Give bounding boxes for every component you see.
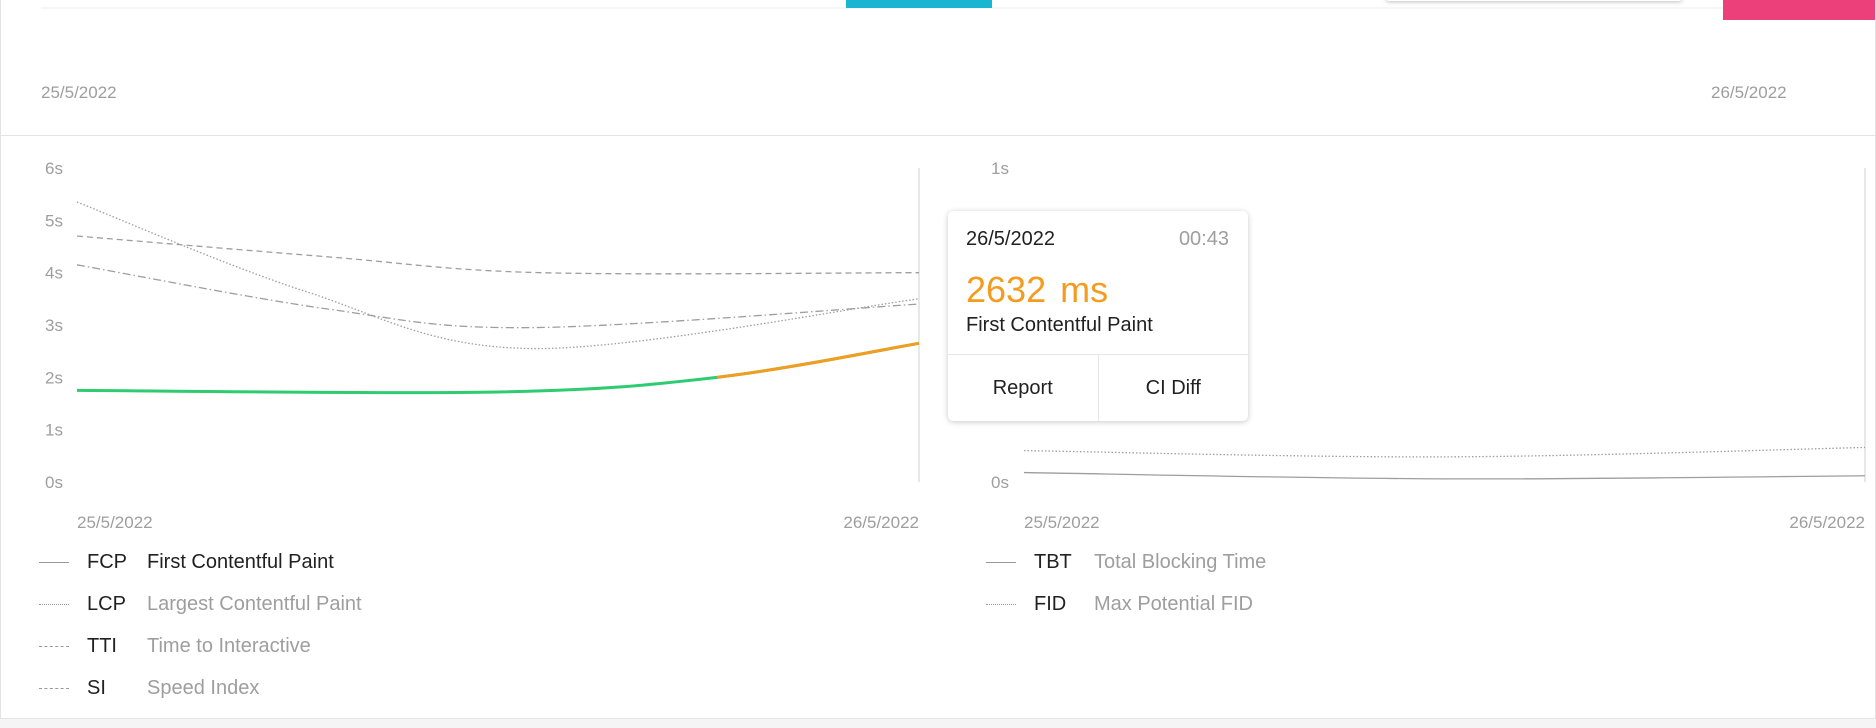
timeline-popup-edge (1386, 0, 1682, 1)
legend-name: Total Blocking Time (1094, 550, 1267, 573)
ci-diff-button[interactable]: CI Diff (1097, 355, 1249, 421)
series-line-tbt[interactable] (1023, 471, 1866, 480)
data-point-tooltip: 26/5/2022 00:43 2632 ms First Contentful… (948, 211, 1248, 421)
x-tick-label: 26/5/2022 (1789, 513, 1865, 532)
performance-dashboard: 25/5/2022 26/5/2022 0s 1s 2s 3s 4s 5s 6s 25/5/2… (0, 0, 1876, 728)
solid-line-swatch-icon (986, 561, 1016, 563)
legend-abbr: FID (1034, 592, 1067, 615)
report-button[interactable]: Report (948, 355, 1098, 421)
timeline-bar-teal[interactable] (846, 0, 992, 8)
dotted-line-swatch-icon (986, 603, 1016, 605)
y-tick-label: 0s (991, 473, 1009, 492)
dashdot-line-swatch-icon (39, 687, 69, 689)
legend-name: First Contentful Paint (147, 550, 334, 573)
timeline-bars (41, 0, 1875, 20)
solid-line-swatch-icon (39, 561, 69, 563)
blocking-metrics-chart[interactable]: 0s 1s 25/5/2022 26/5/2022 (1, 136, 1875, 556)
dotted-line-swatch-icon (39, 603, 69, 605)
dashed-line-swatch-icon (39, 645, 69, 647)
legend-name: Largest Contentful Paint (147, 592, 362, 615)
tooltip-date: 26/5/2022 (966, 228, 1055, 250)
legend-item-tti[interactable]: TTI Time to Interactive (39, 634, 311, 658)
timeline-x-start: 25/5/2022 (41, 83, 117, 102)
tooltip-metric-name: First Contentful Paint (966, 314, 1153, 336)
timeline-bar-pink[interactable] (1723, 0, 1875, 20)
y-tick-label: 1s (991, 159, 1009, 178)
legend-item-fid[interactable]: FID Max Potential FID (986, 592, 1253, 616)
legend-abbr: FCP (87, 550, 127, 573)
legend-abbr: TTI (87, 634, 117, 657)
legend-item-si[interactable]: SI Speed Index (39, 676, 259, 700)
legend-abbr: SI (87, 676, 106, 699)
legend-item-lcp[interactable]: LCP Largest Contentful Paint (39, 592, 362, 616)
metrics-panel: 0s 1s 2s 3s 4s 5s 6s 25/5/2022 26/5/2022 0s 1s 25/… (0, 135, 1876, 719)
timeline-panel: 25/5/2022 26/5/2022 (0, 0, 1876, 137)
legend-name: Time to Interactive (147, 634, 311, 657)
tooltip-value-line: 2632 ms (966, 269, 1108, 311)
legend-abbr: TBT (1034, 550, 1072, 573)
tooltip-unit: ms (1060, 269, 1109, 310)
x-tick-label: 25/5/2022 (1024, 513, 1100, 532)
legend-name: Speed Index (147, 676, 260, 699)
legend-item-tbt[interactable]: TBT Total Blocking Time (986, 550, 1266, 574)
legend-name: Max Potential FID (1094, 592, 1253, 615)
series-line-fid[interactable] (1023, 446, 1866, 458)
tooltip-actions: Report CI Diff (948, 354, 1248, 421)
legend-item-fcp[interactable]: FCP First Contentful Paint (39, 550, 334, 574)
legend-abbr: LCP (87, 592, 126, 615)
tooltip-value: 2632 (966, 269, 1047, 310)
timeline-x-end: 26/5/2022 (1711, 83, 1787, 102)
tooltip-time: 00:43 (1178, 228, 1229, 250)
